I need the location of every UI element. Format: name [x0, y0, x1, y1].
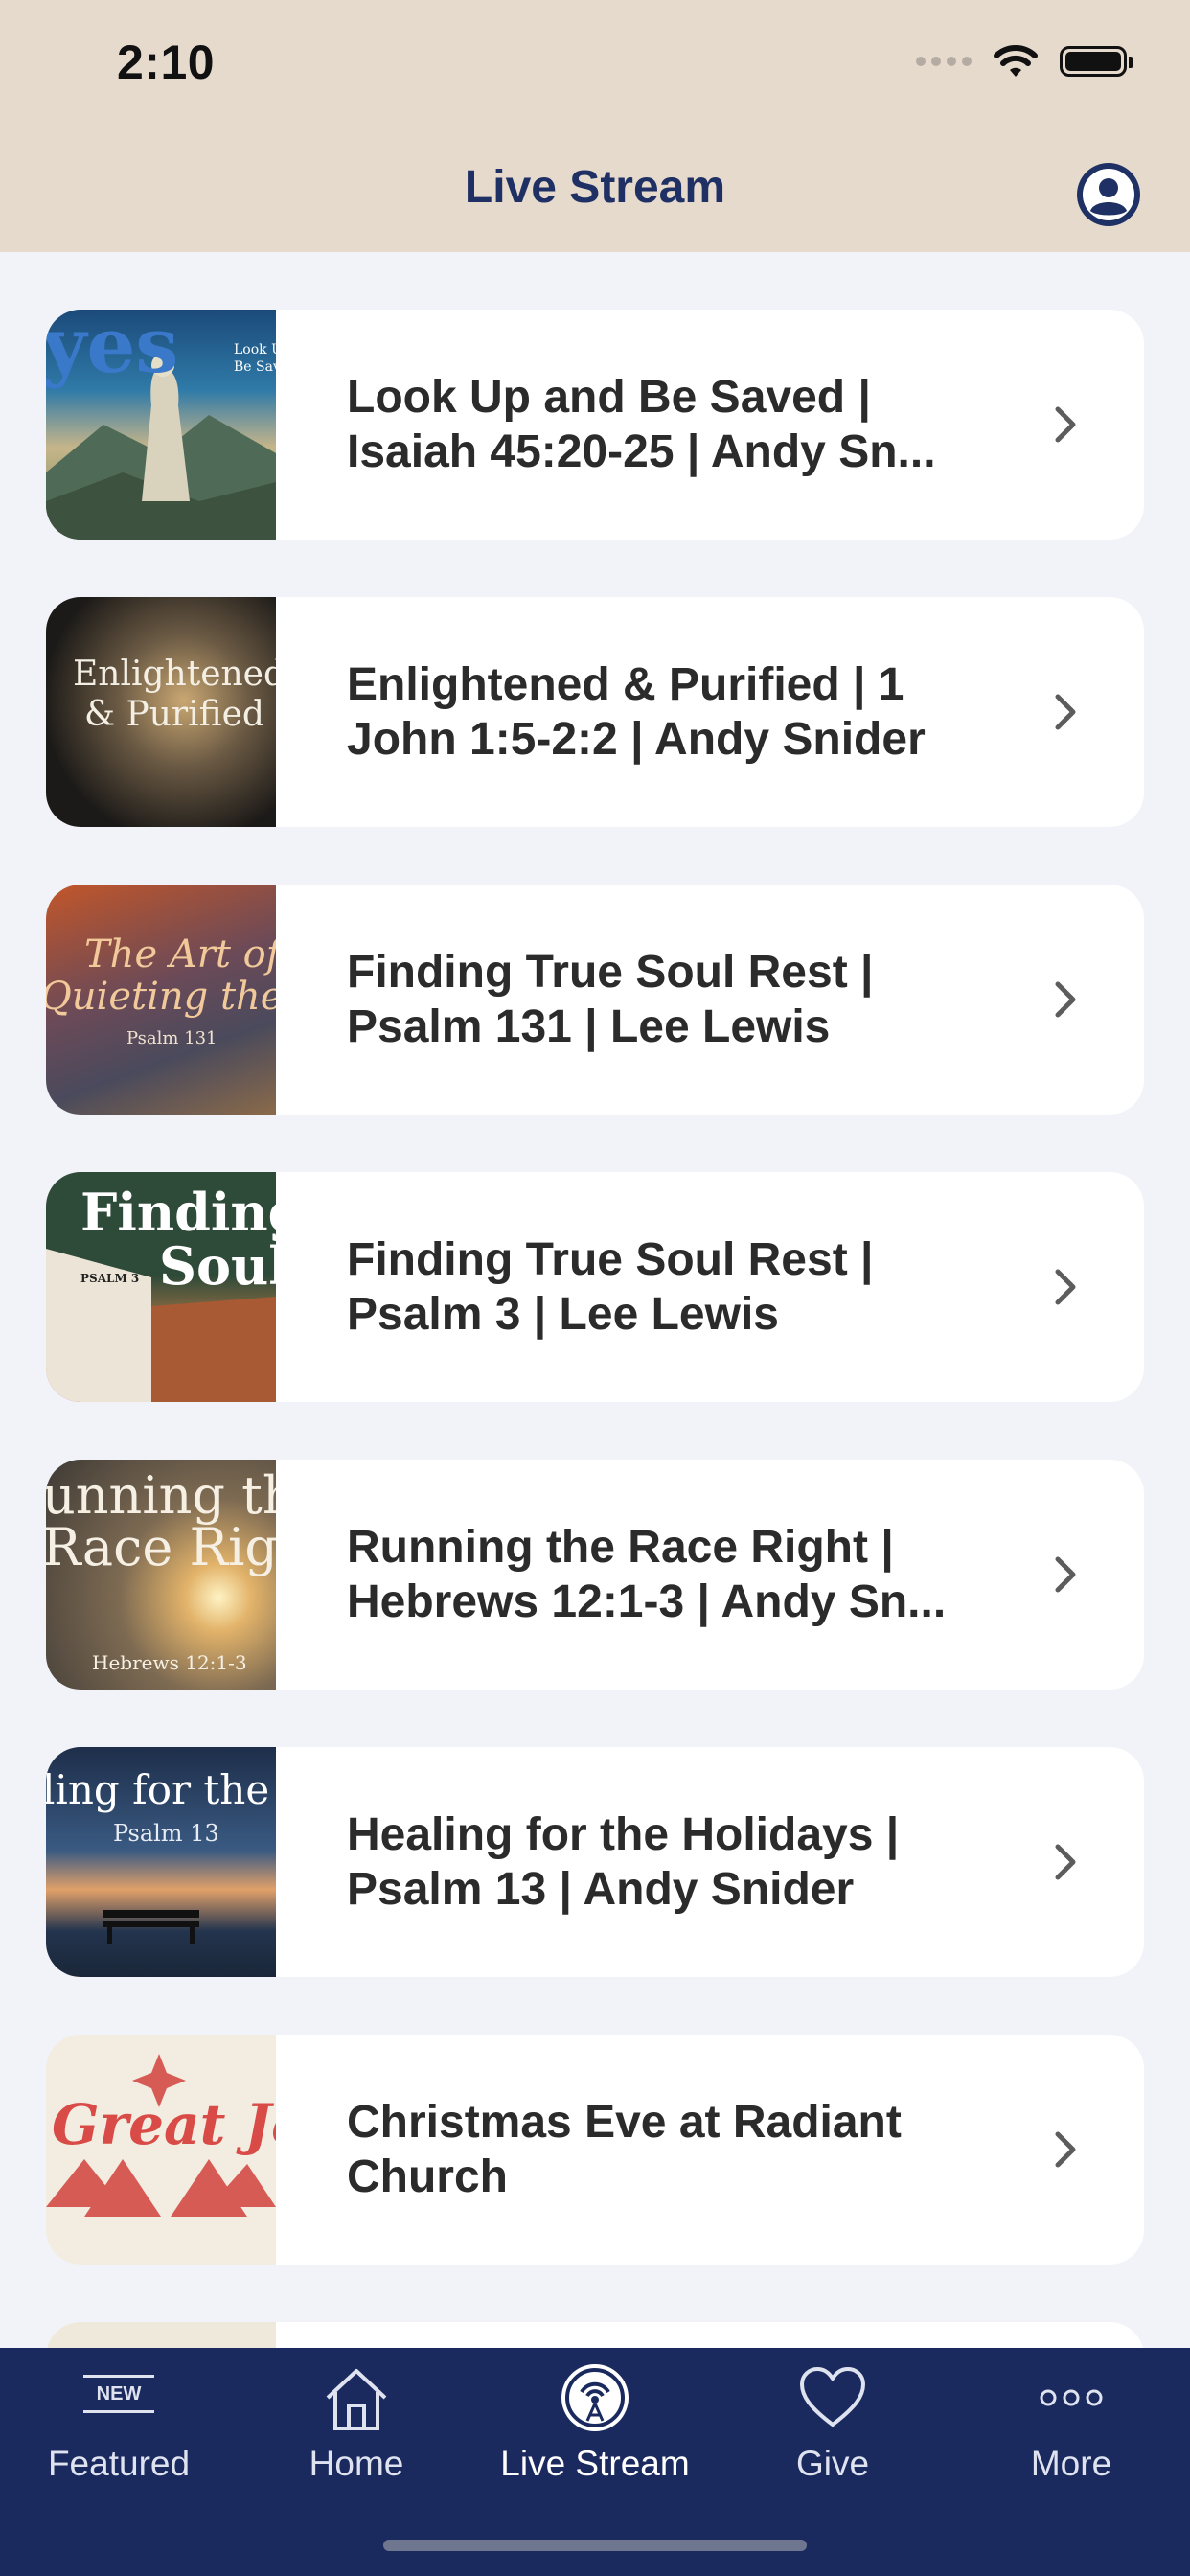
tab-featured[interactable]: NEW Featured — [0, 2348, 238, 2540]
list-item[interactable]: Great Joy Christmas Eve at Radiant Churc… — [46, 2035, 1144, 2265]
tab-home[interactable]: Home — [238, 2348, 475, 2540]
thumbnail-text: PSALM 3 — [80, 1272, 140, 1285]
thumbnail-text: Look U — [234, 342, 276, 357]
chevron-right-icon — [1055, 1556, 1076, 1593]
thumbnail-image: The Art of Quieting the Sou Psalm 131 — [46, 885, 276, 1115]
more-dots-icon — [1040, 2389, 1103, 2406]
list-item[interactable]: ling for the Holid Psalm 13 Healing for … — [46, 1747, 1144, 1977]
page-title: Live Stream — [464, 162, 726, 213]
item-title: Look Up and Be Saved | Isaiah 45:20-25 |… — [347, 372, 936, 477]
home-indicator[interactable] — [383, 2540, 807, 2551]
tab-give[interactable]: Give — [714, 2348, 951, 2540]
thumbnail-text: Quieting the Sou — [46, 975, 276, 1019]
heart-icon — [800, 2367, 865, 2426]
tab-label: Featured — [47, 2444, 191, 2483]
thumbnail-text: Enlightened — [73, 655, 276, 694]
tab-label: Give — [795, 2444, 870, 2483]
wifi-icon — [994, 45, 1038, 77]
house-icon — [326, 2369, 387, 2430]
thumbnail-image: unning th Race Right Hebrews 12:1-3 — [46, 1460, 276, 1690]
broadcast-icon — [561, 2364, 629, 2431]
list-item[interactable]: unning th Race Right Hebrews 12:1-3 Runn… — [46, 1460, 1144, 1690]
thumbnail-text: Great Joy — [52, 2092, 276, 2157]
tab-label: Home — [309, 2444, 404, 2483]
thumbnail-text: The Art of — [84, 932, 276, 977]
thumbnail-text: ling for the Holid — [46, 1766, 276, 1813]
status-time: 2:10 — [117, 35, 216, 89]
thumbnail-text: Hebrews 12:1-3 — [92, 1651, 247, 1674]
profile-icon[interactable] — [1075, 161, 1142, 228]
thumbnail-text: Psalm 131 — [126, 1028, 217, 1048]
chevron-right-icon — [1055, 694, 1076, 730]
thumbnail-text: Finding Tr — [80, 1182, 276, 1243]
thumbnail-text: Be Sav — [234, 359, 276, 375]
cellular-signal-icon — [916, 57, 972, 66]
top-header: 2:10 Live Stream — [0, 0, 1190, 252]
item-title: Healing for the Holidays | Psalm 13 | An… — [347, 1809, 900, 1915]
thumbnail-text: Race Right — [46, 1517, 276, 1577]
thumbnail-image: Enlightened & Purified — [46, 597, 276, 827]
thumbnail-text: & Purified — [84, 695, 264, 734]
tab-label: Live Stream — [500, 2444, 690, 2483]
list-item[interactable]: The Art of Quieting the Sou Psalm 131 Fi… — [46, 885, 1144, 1115]
chevron-right-icon — [1055, 1844, 1076, 1880]
item-title: Christmas Eve at Radiant Church — [347, 2097, 902, 2202]
battery-icon — [1060, 46, 1133, 77]
tab-label: More — [1030, 2444, 1112, 2483]
status-indicators — [916, 44, 1133, 79]
thumbnail-image: ling for the Holid Psalm 13 — [46, 1747, 276, 1977]
chevron-right-icon — [1055, 981, 1076, 1018]
thumbnail-image: Great Joy — [46, 2035, 276, 2265]
chevron-right-icon — [1055, 2131, 1076, 2168]
item-title: Finding True Soul Rest | Psalm 3 | Lee L… — [347, 1234, 874, 1340]
new-badge-icon: NEW — [83, 2375, 154, 2413]
item-title: Enlightened & Purified | 1 John 1:5-2:2 … — [347, 659, 926, 765]
chevron-right-icon — [1055, 1269, 1076, 1305]
tab-more[interactable]: More — [952, 2348, 1190, 2540]
thumbnail-text: Soul R — [159, 1235, 276, 1297]
chevron-right-icon — [1055, 406, 1076, 443]
item-title: Running the Race Right | Hebrews 12:1-3 … — [347, 1522, 947, 1627]
thumbnail-text: Psalm 13 — [113, 1820, 219, 1847]
thumbnail-image: Look U Be Sav yes — [46, 310, 276, 540]
list-item[interactable]: Finding Tr Soul R PSALM 3 Finding True S… — [46, 1172, 1144, 1402]
list-item[interactable]: Enlightened & Purified Enlightened & Pur… — [46, 597, 1144, 827]
thumbnail-word-art: yes — [46, 310, 179, 390]
list-item[interactable]: Look U Be Sav yes Look Up and Be Saved |… — [46, 310, 1144, 540]
item-title: Finding True Soul Rest | Psalm 131 | Lee… — [347, 947, 874, 1052]
thumbnail-image: Finding Tr Soul R PSALM 3 — [46, 1172, 276, 1402]
new-badge-text: NEW — [83, 2375, 154, 2413]
tab-live-stream[interactable]: Live Stream — [476, 2348, 714, 2540]
